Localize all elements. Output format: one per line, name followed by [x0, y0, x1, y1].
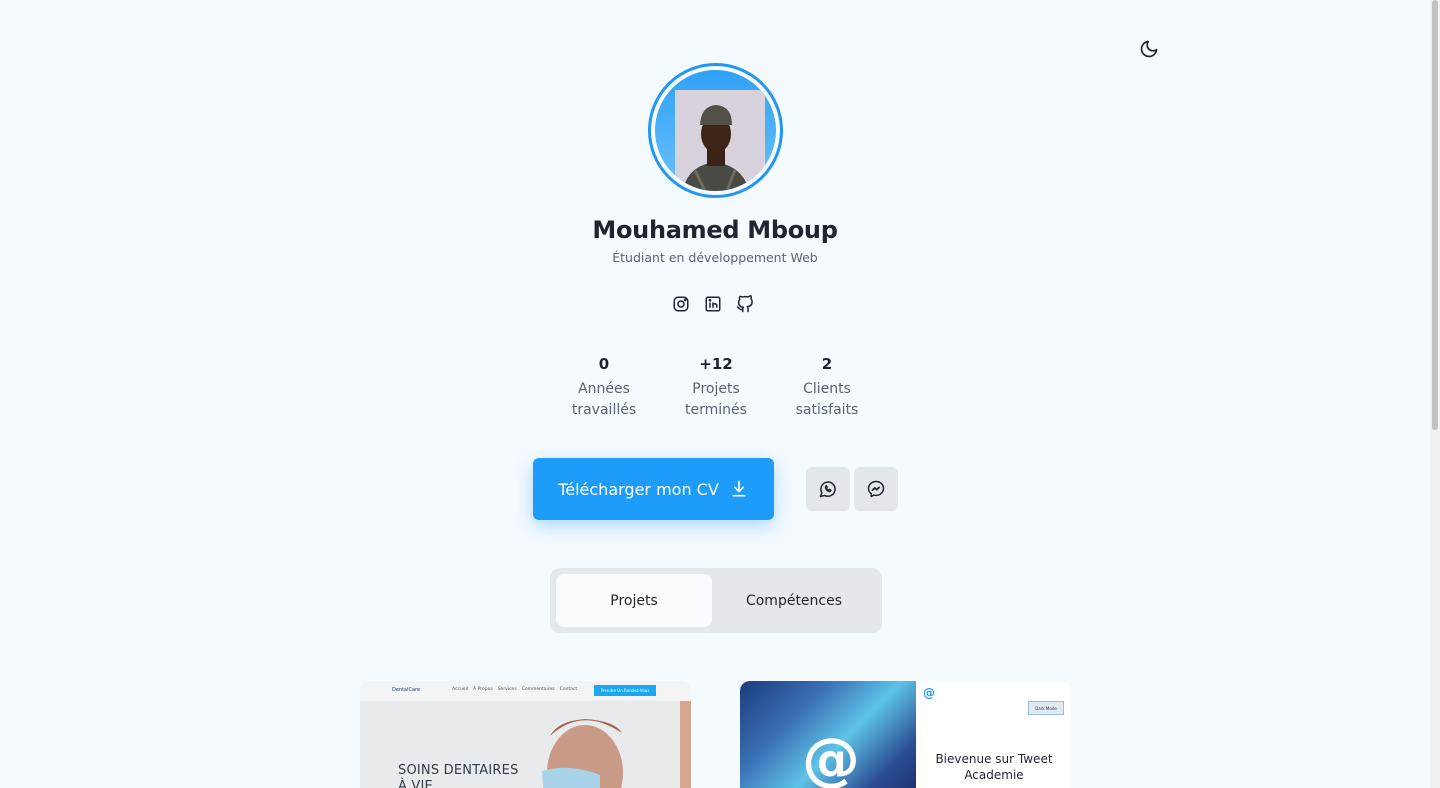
download-cv-button[interactable]: Télécharger mon CV [533, 458, 774, 520]
tab-competences[interactable]: Compétences [712, 574, 876, 627]
stat-value: 0 [598, 355, 610, 373]
stat-label-line2: travaillés [571, 402, 637, 418]
stat-label-line1: Années [578, 381, 630, 397]
stat-label: Clients satisfaits [772, 379, 882, 421]
project-card-tweet-academie[interactable]: @ @ Dark Mode Bievenue sur Tweet Academie [740, 681, 1071, 788]
project-card-dentalcare[interactable]: DentalCare Accueil À Propos Services Com… [360, 681, 691, 788]
instagram-link[interactable] [672, 295, 690, 313]
whatsapp-icon [819, 481, 836, 498]
profile-role: Étudiant en développement Web [612, 250, 818, 265]
github-link[interactable] [736, 295, 754, 313]
stat-label-line1: Projets [692, 381, 740, 397]
messenger-button[interactable] [854, 467, 898, 511]
scrollbar-thumb[interactable] [1432, 0, 1438, 430]
profile-name: Mouhamed Mboup [592, 216, 838, 244]
stat-projects: +12 Projets terminés [661, 355, 771, 421]
tab-projets[interactable]: Projets [556, 574, 712, 627]
download-cv-label: Télécharger mon CV [558, 479, 719, 499]
stat-label-line2: terminés [685, 402, 747, 418]
instagram-icon [673, 296, 689, 312]
stat-label-line2: satisfaits [795, 402, 859, 418]
project-title-line1: SOINS DENTAIRES [398, 763, 519, 778]
project-preview-at-badge: @ [923, 686, 935, 700]
stat-label: Années travaillés [549, 379, 659, 421]
project-preview-at-logo: @ [802, 725, 860, 788]
github-icon [736, 295, 753, 313]
project-preview-title: SOINS DENTAIRES À VIE [398, 763, 519, 788]
download-icon [732, 480, 746, 497]
avatar-photo [675, 90, 765, 191]
social-links [672, 295, 754, 313]
linkedin-link[interactable] [704, 295, 722, 313]
stat-years: 0 Années travaillés [549, 355, 659, 421]
project-title-line2: Academie [964, 768, 1024, 782]
moon-icon [1140, 40, 1158, 58]
project-title-line2: À VIE [398, 779, 433, 788]
stat-value: +12 [699, 355, 733, 373]
whatsapp-button[interactable] [806, 467, 850, 511]
section-tabs: Projets Compétences [550, 568, 882, 633]
stat-value: 2 [821, 355, 833, 373]
profile-avatar-ring [648, 63, 783, 198]
stat-label: Projets terminés [661, 379, 771, 421]
project-title-line1: Bievenue sur Tweet [935, 752, 1053, 766]
project-preview-title: Bievenue sur Tweet Academie [920, 751, 1068, 783]
stat-clients: 2 Clients satisfaits [772, 355, 882, 421]
theme-toggle-button[interactable] [1137, 37, 1161, 61]
project-preview-dark-mode-button: Dark Mode [1028, 701, 1064, 715]
linkedin-icon [705, 296, 721, 312]
messenger-icon [867, 480, 885, 498]
avatar [655, 70, 776, 191]
page-scrollbar[interactable] [1430, 0, 1440, 788]
stat-label-line1: Clients [803, 381, 851, 397]
